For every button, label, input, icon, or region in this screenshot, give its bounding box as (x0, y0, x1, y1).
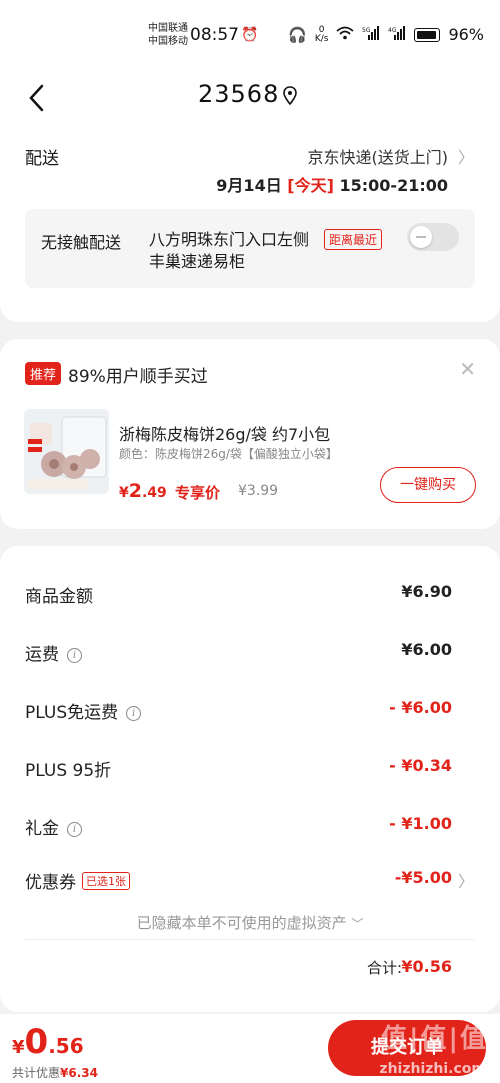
original-price: ¥3.99 (238, 483, 279, 499)
delivery-card: 配送 京东快递(送货上门) 〉 9月14日 [今天] 15:00-21:00 无… (0, 120, 500, 322)
carrier-2: 中国移动 (148, 36, 188, 47)
coupon-value[interactable]: -¥5.00 (395, 868, 452, 887)
shipping-label: 运费 (25, 645, 59, 665)
plus-free-shipping-value: - ¥6.00 (389, 698, 452, 717)
price-int: 2 (128, 480, 142, 502)
delivery-window: 15:00-21:00 (339, 176, 449, 195)
contactless-delivery-box: 无接触配送 八方明珠东门入口左侧丰巢速递易柜 距离最近 (25, 209, 475, 288)
nearest-tag: 距离最近 (324, 229, 383, 250)
watermark-logo: 值|值|值 (381, 1024, 488, 1054)
recommend-text: 89%用户顺手买过 (68, 367, 208, 387)
plus-discount-label: PLUS 95折 (25, 761, 112, 781)
product-image[interactable] (24, 409, 109, 494)
pickup-address: 八方明珠东门入口左侧丰巢速递易柜 (149, 230, 310, 271)
signal-5g-icon: 5G (362, 25, 380, 44)
close-icon[interactable]: ✕ (459, 357, 476, 381)
shipping-value: ¥6.00 (401, 640, 452, 659)
price-dec: .49 (141, 485, 167, 501)
battery-level: 96% (448, 25, 484, 44)
chevron-right-icon[interactable]: 〉 (458, 868, 474, 892)
carrier-1: 中国联通 (148, 23, 188, 34)
info-icon[interactable]: i (126, 706, 142, 721)
gift-value: - ¥1.00 (389, 814, 452, 833)
today-tag: [今天] (287, 176, 334, 195)
delivery-label: 配送 (25, 149, 59, 169)
chevron-down-icon: ﹀ (351, 917, 364, 931)
contactless-label: 无接触配送 (41, 233, 122, 252)
status-icons: 🎧 0 K/s 5G 4G 96% (288, 25, 484, 44)
total-label: 合计: (366, 959, 402, 977)
delivery-time[interactable]: 9月14日 [今天] 15:00-21:00 (216, 172, 448, 196)
gift-row: 礼金 i (25, 814, 82, 839)
one-click-buy-button[interactable]: 一键购买 (380, 467, 476, 503)
shipping-row: 运费 i (25, 640, 82, 665)
recommend-tag: 推荐 (25, 362, 62, 385)
contactless-toggle[interactable] (407, 223, 459, 251)
delivery-date: 9月14日 (216, 176, 282, 195)
carrier-info: 中国联通 中国移动 (148, 22, 188, 48)
hidden-assets-toggle[interactable]: 已隐藏本单不可使用的虚拟资产 ﹀ (0, 912, 500, 933)
info-icon[interactable]: i (67, 648, 82, 663)
amount-dec: .56 (48, 1034, 84, 1058)
svg-text:5G: 5G (362, 27, 371, 34)
amount-currency: ¥ (12, 1037, 25, 1058)
headphones-icon: 🎧 (288, 25, 307, 44)
saved-value: ¥6.34 (60, 1066, 98, 1080)
coupon-label: 优惠券 (25, 873, 76, 893)
exclusive-label: 专享价 (175, 484, 221, 502)
plus-free-shipping-row: PLUS免运费 i (25, 698, 142, 723)
plus-free-shipping-label: PLUS免运费 (25, 703, 119, 723)
status-bar: 中国联通 中国移动 08:57 ⏰ 🎧 0 K/s 5G 4G 96% (0, 0, 500, 70)
saved-label: 共计优惠 (12, 1066, 61, 1080)
product-name[interactable]: 浙梅陈皮梅饼26g/袋 约7小包 (119, 421, 330, 445)
alarm-icon: ⏰ (241, 27, 259, 43)
location-pin-icon[interactable] (282, 86, 298, 106)
payable-amount: ¥0.56 (12, 1022, 84, 1062)
back-arrow-icon (29, 84, 44, 112)
divider (25, 939, 475, 940)
watermark-site: zhizhizhi.com (379, 1061, 486, 1077)
product-spec: 颜色：陈皮梅饼26g/袋【偏酸独立小袋】 (119, 447, 338, 461)
bottom-bar: ¥0.56 共计优惠¥6.34 提交订单 值|值|值 zhizhizhi.com (0, 1014, 500, 1083)
courier-selector[interactable]: 京东快递(送货上门) (308, 144, 449, 168)
total-value: ¥0.56 (401, 957, 452, 976)
back-button[interactable] (24, 80, 54, 116)
fees-card: 商品金额 ¥6.90 运费 i ¥6.00 PLUS免运费 i - ¥6.00 PL… (0, 546, 500, 1012)
page-title: 23568 (198, 80, 280, 108)
battery-icon (414, 27, 441, 42)
info-icon[interactable]: i (67, 822, 82, 837)
hidden-assets-text: 已隐藏本单不可使用的虚拟资产 (136, 914, 347, 932)
signal-4g-icon: 4G (388, 25, 406, 44)
toggle-knob (410, 226, 432, 248)
net-speed-unit: K/s (314, 33, 329, 44)
gift-label: 礼金 (25, 819, 59, 839)
net-speed: 0 K/s (314, 25, 329, 44)
status-time: 08:57 (190, 25, 239, 45)
total-saved: 共计优惠¥6.34 (12, 1064, 98, 1081)
goods-amount-label: 商品金额 (25, 587, 93, 607)
product-price: ¥2.49 (119, 480, 167, 502)
goods-amount-value: ¥6.90 (401, 582, 452, 601)
recommend-card: 推荐 89%用户顺手买过 ✕ 浙梅陈皮梅饼26g/袋 约7小包 颜色：陈皮梅饼2… (0, 339, 500, 529)
svg-text:4G: 4G (388, 27, 397, 34)
chevron-right-icon[interactable]: 〉 (458, 144, 474, 168)
price-currency: ¥ (119, 485, 129, 501)
wifi-icon (336, 25, 355, 44)
amount-int: 0 (24, 1022, 49, 1062)
coupon-selected-tag: 已选1张 (82, 872, 130, 890)
coupon-row[interactable]: 优惠券 已选1张 (25, 868, 130, 893)
plus-discount-value: - ¥0.34 (389, 756, 452, 775)
